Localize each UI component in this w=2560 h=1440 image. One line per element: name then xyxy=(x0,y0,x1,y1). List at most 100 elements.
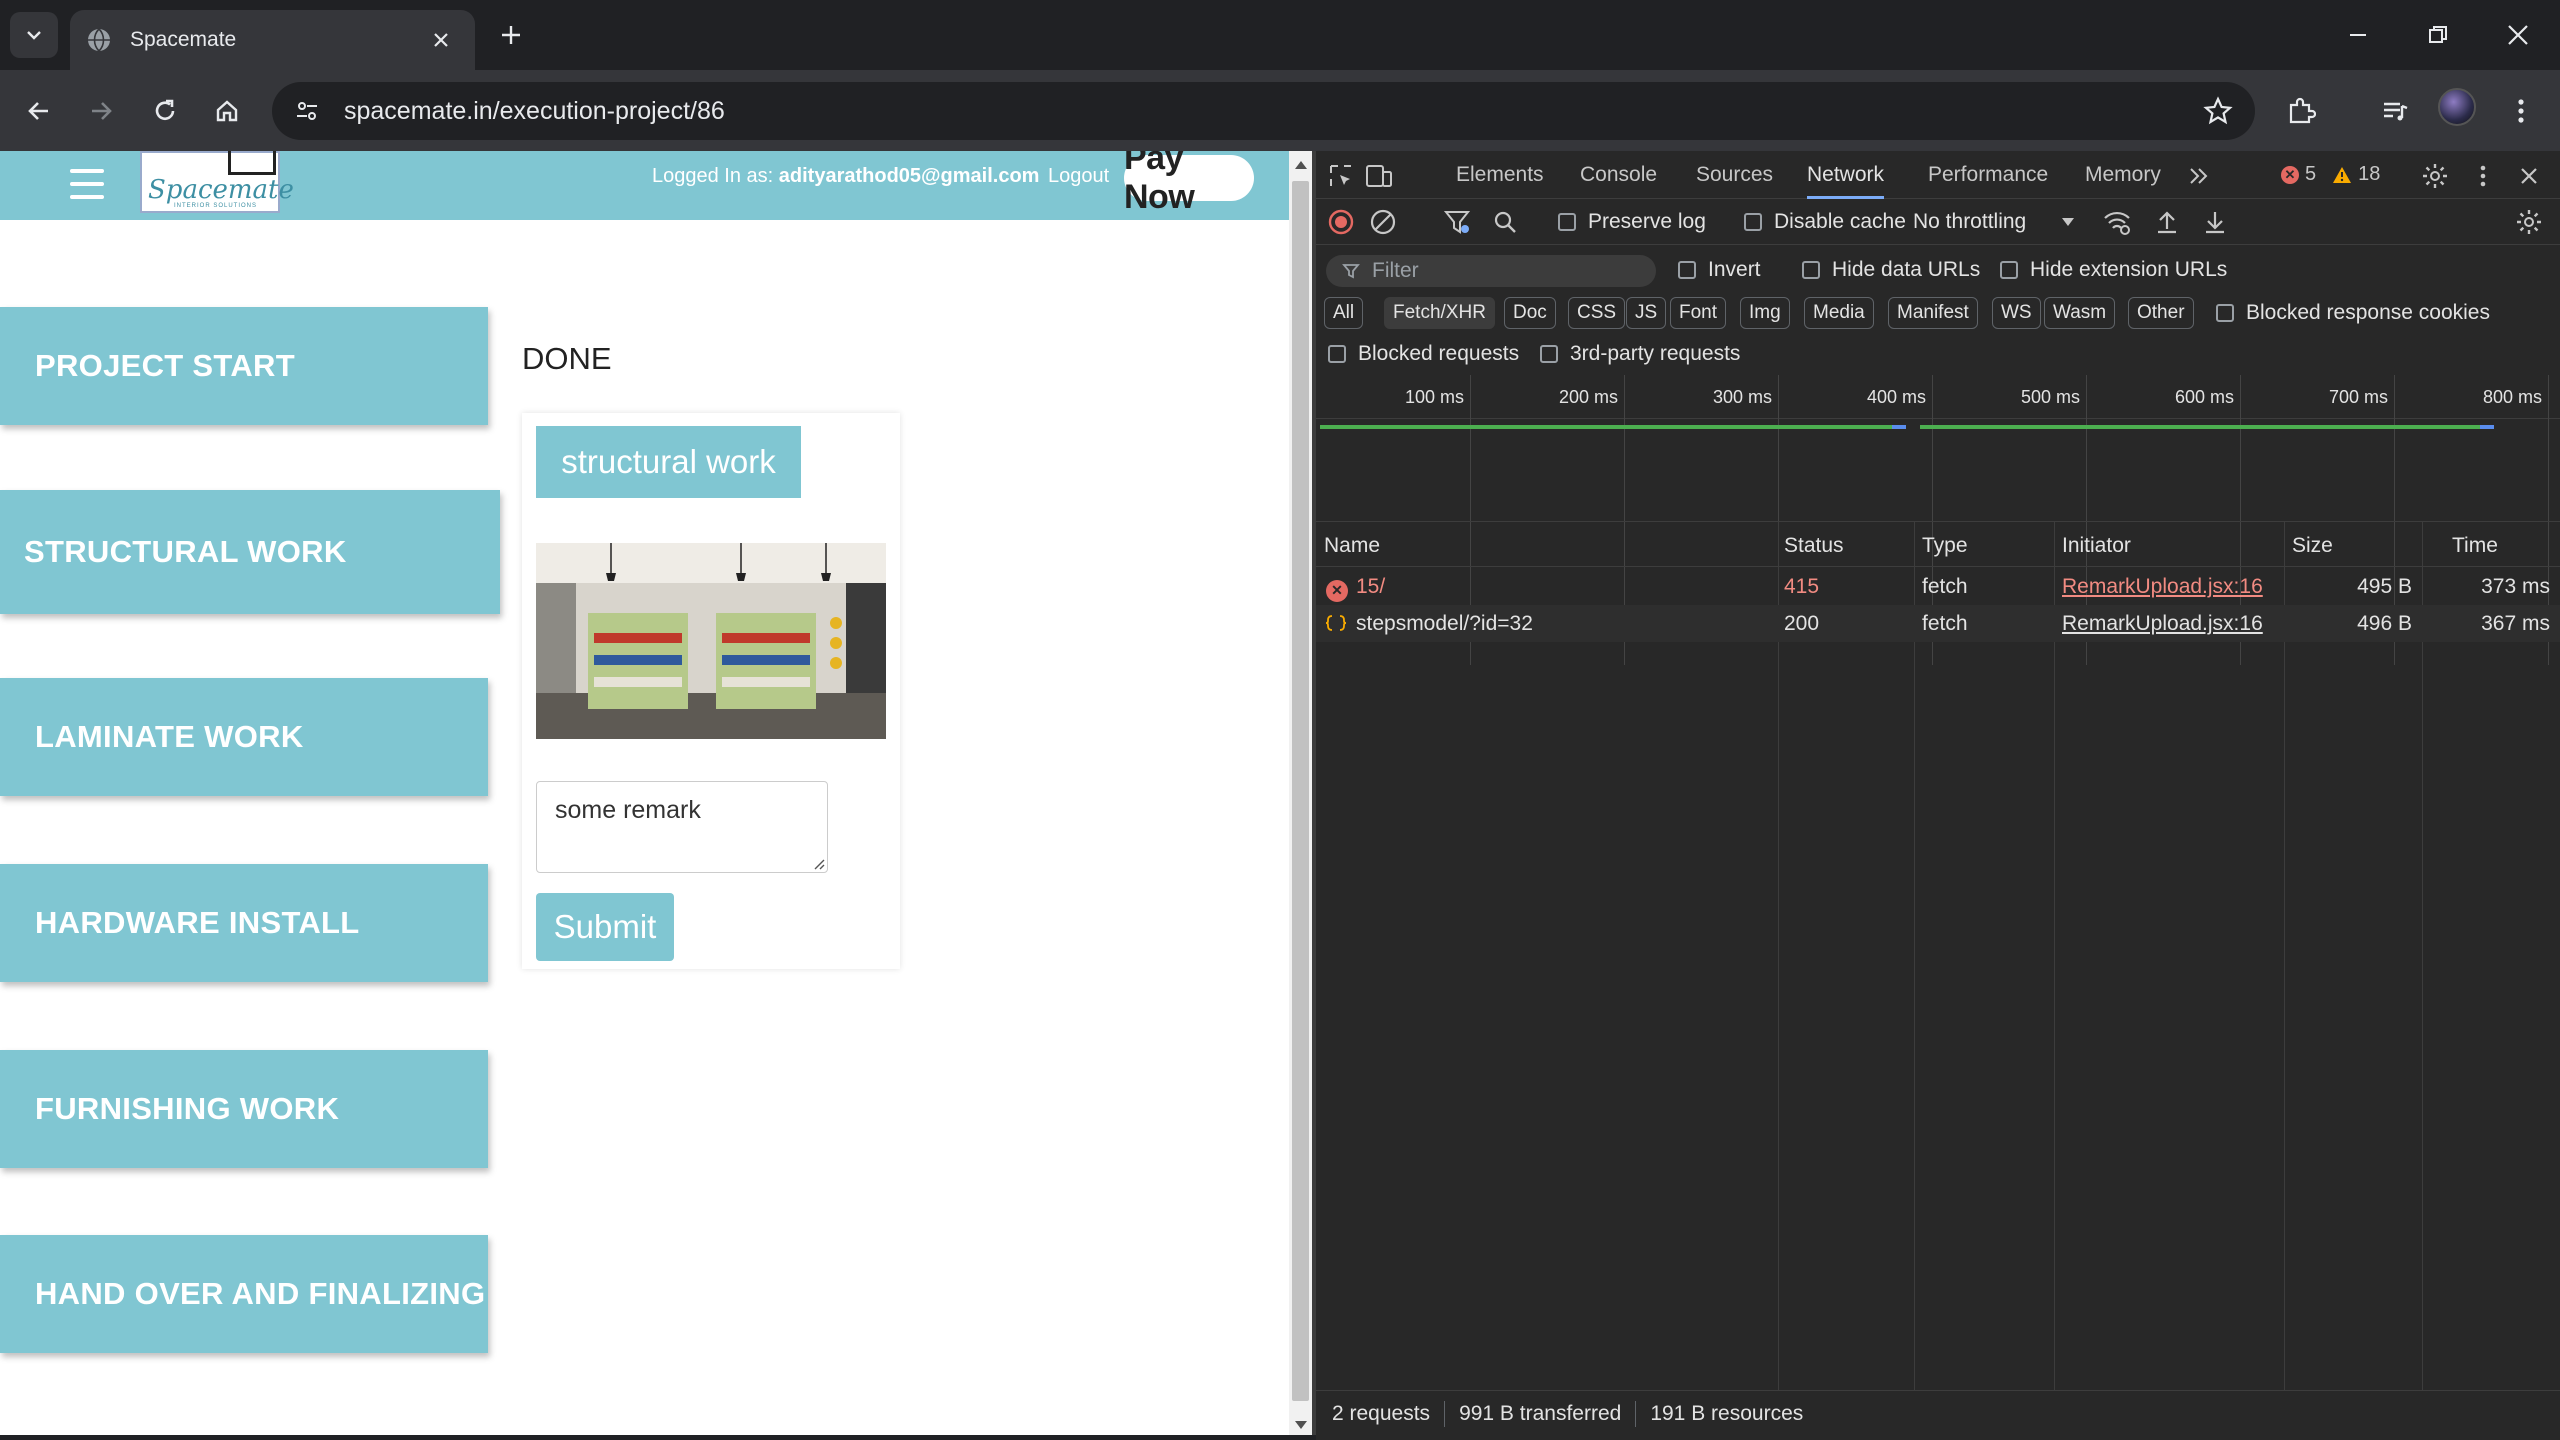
blocked-response-cookies-checkbox[interactable]: Blocked response cookies xyxy=(2216,290,2490,336)
requests-table: Name Status Type Initiator Size Time ✕ 1… xyxy=(1316,521,2560,1391)
more-tabs-icon[interactable] xyxy=(2184,161,2214,191)
clear-icon[interactable] xyxy=(1368,207,1398,237)
home-button[interactable] xyxy=(206,90,248,132)
close-window-button[interactable] xyxy=(2486,12,2550,58)
media-controls-button[interactable] xyxy=(2374,90,2416,132)
blocked-requests-checkbox[interactable]: Blocked requests xyxy=(1328,331,1519,377)
third-party-requests-checkbox[interactable]: 3rd-party requests xyxy=(1540,331,1740,377)
chip-img[interactable]: Img xyxy=(1740,297,1790,329)
stage-laminate-work[interactable]: LAMINATE WORK xyxy=(0,678,488,796)
pay-now-button[interactable]: Pay Now xyxy=(1124,151,1254,216)
remark-textarea[interactable]: some remark xyxy=(536,781,828,873)
device-toolbar-icon[interactable] xyxy=(1364,161,1394,191)
site-info-icon[interactable] xyxy=(292,96,322,126)
stage-hardware-install[interactable]: HARDWARE INSTALL xyxy=(0,864,488,982)
error-counter[interactable]: ✕ 5 18 xyxy=(2281,163,2380,186)
scrollbar-thumb[interactable] xyxy=(1292,181,1309,1401)
throttling-select[interactable]: No throttling xyxy=(1913,199,2076,245)
profile-avatar[interactable] xyxy=(2438,88,2476,126)
column-name[interactable]: Name xyxy=(1324,534,1380,558)
preserve-log-checkbox[interactable]: Preserve log xyxy=(1558,199,1706,245)
restore-button[interactable] xyxy=(2406,12,2470,58)
submit-button[interactable]: Submit xyxy=(536,893,674,961)
tab-network[interactable]: Network xyxy=(1807,151,1885,199)
column-time[interactable]: Time xyxy=(2452,534,2498,558)
browser-menu-button[interactable] xyxy=(2500,90,2542,132)
network-conditions-icon[interactable] xyxy=(2102,207,2132,237)
new-tab-button[interactable] xyxy=(492,16,530,54)
spacemate-logo[interactable]: Spacemate INTERIOR SOLUTIONS xyxy=(140,151,294,213)
hide-extension-urls-checkbox[interactable]: Hide extension URLs xyxy=(2000,247,2227,293)
column-status[interactable]: Status xyxy=(1784,534,1844,558)
url-text: spacemate.in/execution-project/86 xyxy=(344,96,725,125)
chip-doc[interactable]: Doc xyxy=(1504,297,1556,329)
search-icon[interactable] xyxy=(1490,207,1520,237)
reload-button[interactable] xyxy=(144,90,186,132)
devtools-panel: Elements Console Sources Network Perform… xyxy=(1316,151,2560,1440)
tab-search-button[interactable] xyxy=(10,12,58,58)
chip-manifest[interactable]: Manifest xyxy=(1888,297,1978,329)
request-time: 373 ms xyxy=(2481,575,2550,598)
record-icon[interactable] xyxy=(1326,207,1356,237)
inspect-element-icon[interactable] xyxy=(1326,161,1356,191)
bookmark-star-icon[interactable] xyxy=(2203,96,2233,126)
stage-furnishing-work[interactable]: FURNISHING WORK xyxy=(0,1050,488,1168)
chip-all[interactable]: All xyxy=(1324,297,1364,329)
hide-data-urls-checkbox[interactable]: Hide data URLs xyxy=(1802,247,1980,293)
chip-ws[interactable]: WS xyxy=(1992,297,2041,329)
devtools-menu-icon[interactable] xyxy=(2468,161,2498,191)
chip-js[interactable]: JS xyxy=(1626,297,1667,329)
dropdown-arrow-icon xyxy=(2062,218,2075,226)
browser-tab[interactable]: Spacemate xyxy=(70,10,475,70)
chip-other[interactable]: Other xyxy=(2128,297,2194,329)
stage-hand-over[interactable]: HAND OVER AND FINALIZING xyxy=(0,1235,488,1353)
filter-funnel-icon[interactable] xyxy=(1442,207,1472,237)
forward-button[interactable] xyxy=(80,90,122,132)
request-name: stepsmodel/?id=32 xyxy=(1356,612,1533,635)
logout-link[interactable]: Logout xyxy=(1048,165,1109,188)
chip-font[interactable]: Font xyxy=(1670,297,1727,329)
chip-wasm[interactable]: Wasm xyxy=(2044,297,2116,329)
stage-project-start[interactable]: PROJECT START xyxy=(0,307,488,425)
tab-sources[interactable]: Sources xyxy=(1696,151,1773,199)
network-settings-icon[interactable] xyxy=(2514,207,2544,237)
chip-media[interactable]: Media xyxy=(1804,297,1874,329)
chip-css[interactable]: CSS xyxy=(1568,297,1626,329)
chip-fetch-xhr[interactable]: Fetch/XHR xyxy=(1384,297,1495,329)
stage-structural-work[interactable]: STRUCTURAL WORK xyxy=(0,490,500,614)
summary-resources: 191 B resources xyxy=(1650,1401,1804,1425)
stage-tag: structural work xyxy=(536,426,801,498)
filter-input[interactable]: Filter xyxy=(1326,255,1656,287)
download-icon[interactable] xyxy=(2200,207,2230,237)
request-initiator-link[interactable]: RemarkUpload.jsx:16 xyxy=(2062,575,2263,599)
table-row[interactable]: ✕ 15/ 415 fetch RemarkUpload.jsx:16 495 … xyxy=(1316,568,2560,605)
page-scrollbar[interactable] xyxy=(1289,151,1312,1435)
extensions-button[interactable] xyxy=(2280,90,2322,132)
upload-icon[interactable] xyxy=(2152,207,2182,237)
resize-grip-icon[interactable] xyxy=(811,856,825,870)
disable-cache-checkbox[interactable]: Disable cache xyxy=(1744,199,1906,245)
close-tab-button[interactable] xyxy=(427,26,455,54)
progress-photo[interactable] xyxy=(536,543,886,739)
timeline-tick: 800 ms xyxy=(2482,387,2542,407)
summary-requests: 2 requests xyxy=(1332,1401,1431,1425)
hamburger-menu-icon[interactable] xyxy=(70,169,104,199)
minimize-button[interactable] xyxy=(2326,12,2390,58)
settings-icon[interactable] xyxy=(2420,161,2450,191)
column-type[interactable]: Type xyxy=(1922,534,1968,558)
tab-elements[interactable]: Elements xyxy=(1456,151,1544,199)
back-button[interactable] xyxy=(18,90,60,132)
column-size[interactable]: Size xyxy=(2292,534,2333,558)
browser-toolbar: spacemate.in/execution-project/86 xyxy=(0,70,2560,151)
tab-console[interactable]: Console xyxy=(1580,151,1657,199)
tab-memory[interactable]: Memory xyxy=(2085,151,2161,199)
scroll-up-arrow-icon[interactable] xyxy=(1295,161,1307,169)
request-initiator-link[interactable]: RemarkUpload.jsx:16 xyxy=(2062,612,2263,636)
invert-checkbox[interactable]: Invert xyxy=(1678,247,1761,293)
address-bar[interactable]: spacemate.in/execution-project/86 xyxy=(272,82,2255,140)
close-devtools-icon[interactable] xyxy=(2514,161,2544,191)
tab-performance[interactable]: Performance xyxy=(1928,151,2048,199)
scroll-down-arrow-icon[interactable] xyxy=(1295,1421,1307,1429)
table-row[interactable]: stepsmodel/?id=32 200 fetch RemarkUpload… xyxy=(1316,605,2560,642)
column-initiator[interactable]: Initiator xyxy=(2062,534,2131,558)
